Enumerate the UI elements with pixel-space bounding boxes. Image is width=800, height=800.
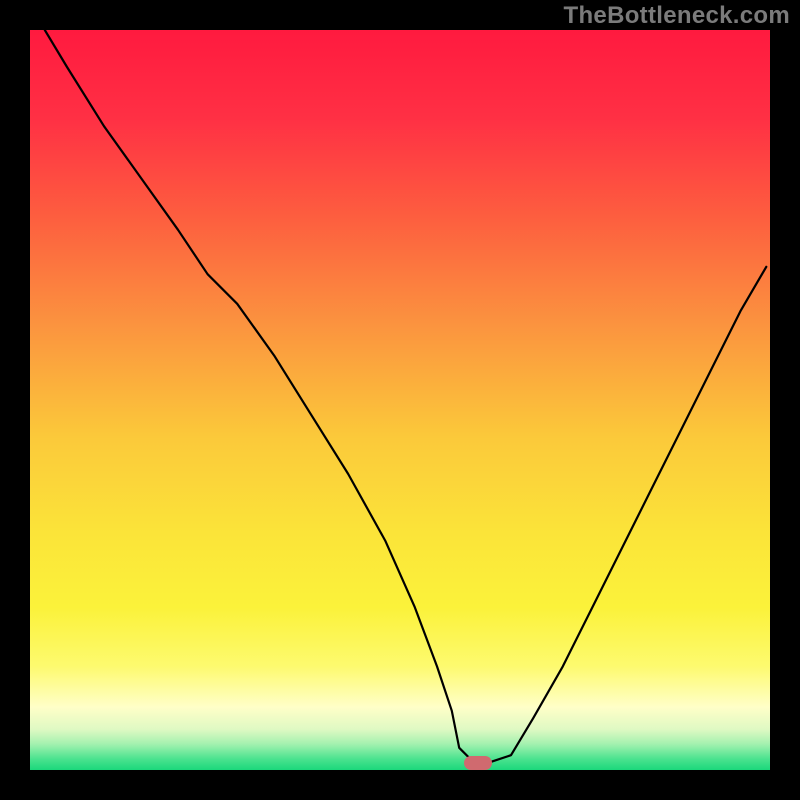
gradient-background bbox=[30, 30, 770, 770]
plot-area bbox=[30, 30, 770, 770]
optimum-marker bbox=[464, 756, 492, 770]
watermark-label: TheBottleneck.com bbox=[564, 2, 790, 30]
chart-frame: TheBottleneck.com bbox=[0, 0, 800, 800]
